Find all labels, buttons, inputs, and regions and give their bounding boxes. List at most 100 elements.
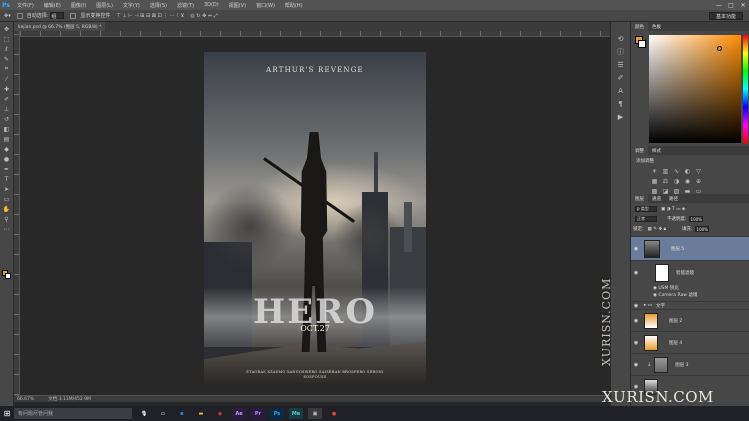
layer-name[interactable]: 图层 4	[669, 340, 682, 346]
poster-canvas[interactable]: ARTHUR'S REVENGE HERO OCT.27 ETAGRAS XZA…	[204, 52, 426, 385]
tab-color[interactable]: 颜色	[631, 22, 648, 31]
crop-tool-icon[interactable]: ⌗	[2, 65, 11, 73]
eraser-tool-icon[interactable]: ◧	[2, 125, 11, 133]
layer-name[interactable]: 图层 5	[671, 246, 684, 252]
brush-tool-icon[interactable]: ✐	[2, 95, 11, 103]
vibrance-icon[interactable]: ▽	[694, 167, 703, 175]
color-picker-handle[interactable]	[717, 46, 722, 51]
opacity-field[interactable]: 100%	[688, 216, 703, 222]
character-icon[interactable]: A	[616, 86, 625, 95]
history-icon[interactable]: ⟲	[616, 34, 625, 43]
brush-preset-icon[interactable]: ✐	[616, 73, 625, 82]
visibility-eye-icon[interactable]: ◉	[631, 303, 641, 309]
tab-styles[interactable]: 样式	[648, 146, 665, 155]
menu-help[interactable]: 帮助(H)	[280, 2, 308, 9]
layer-row[interactable]: ◉ 图层 4	[631, 331, 749, 353]
photo-filter-icon[interactable]: ◉	[683, 177, 692, 185]
layer-row[interactable]: ◉ 图层 5	[631, 236, 749, 260]
minimize-button[interactable]: —	[713, 0, 725, 10]
menu-window[interactable]: 窗口(W)	[251, 2, 280, 9]
blur-tool-icon[interactable]: ◆	[2, 145, 11, 153]
shape-tool-icon[interactable]: ▭	[2, 195, 11, 203]
marquee-tool-icon[interactable]: ⬚	[2, 35, 11, 43]
menu-select[interactable]: 选择(S)	[145, 2, 172, 9]
tab-swatches[interactable]: 色板	[648, 22, 665, 31]
lasso-tool-icon[interactable]: ℓ	[2, 45, 11, 53]
layer-name[interactable]: 图层 3	[675, 362, 688, 368]
menu-layer[interactable]: 图层(L)	[91, 2, 118, 9]
filter-icons[interactable]: ▣ ◑ T ▭ ◈	[661, 207, 685, 212]
brightness-icon[interactable]: ☀	[650, 167, 659, 175]
type-tool-icon[interactable]: T	[2, 175, 11, 183]
hue-saturation-icon[interactable]: ▦	[650, 177, 659, 185]
task-view-icon[interactable]: ▭	[156, 408, 170, 419]
properties-icon[interactable]: ☰	[616, 60, 625, 69]
visibility-eye-icon[interactable]: ◉	[631, 340, 641, 346]
menu-filter[interactable]: 滤镜(T)	[172, 2, 199, 9]
workspace-dropdown[interactable]: 基本功能	[709, 12, 743, 20]
tab-channels[interactable]: 通道	[648, 194, 665, 203]
pen-tool-icon[interactable]: ✒	[2, 165, 11, 173]
quick-select-tool-icon[interactable]: ✎	[2, 55, 11, 63]
microphone-icon[interactable]: 🎙︎	[137, 408, 151, 419]
curves-icon[interactable]: ∿	[672, 167, 681, 175]
filter-item[interactable]: ◉ Camera Raw 滤镜	[653, 292, 697, 299]
document-tab[interactable]: kejian.psd @ 66.7% (图层 5, RGB/8) *	[14, 22, 106, 31]
hand-tool-icon[interactable]: ✋	[2, 205, 11, 213]
smart-filter-row[interactable]: ◉ 智能滤镜	[631, 260, 749, 284]
photoshop-taskbar-icon[interactable]: Ps	[270, 408, 284, 419]
layer-name[interactable]: 图层 2	[669, 318, 682, 324]
healing-brush-icon[interactable]: ✚	[2, 85, 11, 93]
path-select-tool-icon[interactable]: ➤	[2, 185, 11, 193]
layer-filter-dropdown[interactable]: p 类型	[635, 206, 657, 212]
chrome-icon[interactable]: ◉	[213, 408, 227, 419]
tab-layers[interactable]: 图层	[631, 194, 648, 203]
after-effects-icon[interactable]: Ae	[232, 408, 246, 419]
color-background[interactable]	[638, 40, 646, 48]
menu-edit[interactable]: 编辑(E)	[39, 2, 66, 9]
menu-image[interactable]: 图像(I)	[66, 2, 91, 9]
edge-browser-icon[interactable]: e	[175, 408, 189, 419]
zoom-level[interactable]: 66.67%	[17, 397, 34, 402]
layer-group-row[interactable]: ◉ ▸ ▭ 文字	[631, 301, 749, 309]
info-icon[interactable]: ⓘ	[616, 47, 625, 56]
hue-slider[interactable]	[743, 35, 748, 143]
more-tools-icon[interactable]: ⋯	[2, 225, 11, 233]
show-transform-checkbox[interactable]: 显示变换控件	[70, 12, 110, 19]
visibility-eye-icon[interactable]: ◉	[631, 318, 641, 324]
align-icons[interactable]: ⊤ ⊥ ⊢ ⊣ ⊞ ⊟ ⊠ ⊡ ⋮ ⋯ ⊺ ⊻	[116, 13, 184, 19]
photoshop-logo[interactable]: Ps	[0, 0, 12, 10]
start-windows-icon[interactable]: ⊞	[0, 406, 14, 421]
levels-icon[interactable]: ▥	[661, 167, 670, 175]
auto-select-checkbox[interactable]: 自动选择: 组	[16, 12, 65, 20]
visibility-eye-icon[interactable]: ◉	[631, 246, 641, 252]
auto-select-dropdown[interactable]: 组	[50, 12, 65, 20]
color-balance-icon[interactable]: ⚖	[661, 177, 670, 185]
visibility-eye-icon[interactable]: ◉	[631, 270, 641, 276]
black-white-icon[interactable]: ◑	[672, 177, 681, 185]
visibility-eye-icon[interactable]: ◉	[631, 362, 641, 368]
taskbar-search[interactable]: 有问题尽管问我	[14, 408, 132, 419]
dodge-tool-icon[interactable]: ●	[2, 155, 11, 163]
menu-type[interactable]: 文字(Y)	[118, 2, 145, 9]
fill-field[interactable]: 100%	[694, 226, 709, 232]
3d-mode-icons[interactable]: ◎ ↻ ✥ ⇔ ⤢	[190, 13, 217, 19]
menu-view[interactable]: 视图(V)	[224, 2, 251, 9]
history-brush-icon[interactable]: ↺	[2, 115, 11, 123]
actions-icon[interactable]: ▶	[616, 112, 625, 121]
gradient-tool-icon[interactable]: ▤	[2, 135, 11, 143]
layer-row[interactable]: ◉ 图层 2	[631, 309, 749, 331]
move-tool-icon[interactable]: ✥▾	[4, 13, 11, 19]
move-tool-icon[interactable]: ✥	[2, 25, 11, 33]
layer-row[interactable]: ◉ ↓ 图层 3	[631, 353, 749, 375]
close-button[interactable]: ✕	[737, 0, 749, 10]
exposure-icon[interactable]: ◐	[683, 167, 692, 175]
app-icon[interactable]: ▣	[308, 408, 322, 419]
tab-adjustments[interactable]: 调整	[631, 146, 648, 155]
paragraph-icon[interactable]: ¶	[616, 99, 625, 108]
eyedropper-tool-icon[interactable]: ⁄	[2, 75, 11, 83]
lock-icons[interactable]: ▦ ✎ ✥ 🔒︎	[648, 226, 666, 232]
stamp-tool-icon[interactable]: ⊥	[2, 105, 11, 113]
zoom-tool-icon[interactable]: ⚲	[2, 215, 11, 223]
maximize-button[interactable]: □	[725, 0, 737, 10]
